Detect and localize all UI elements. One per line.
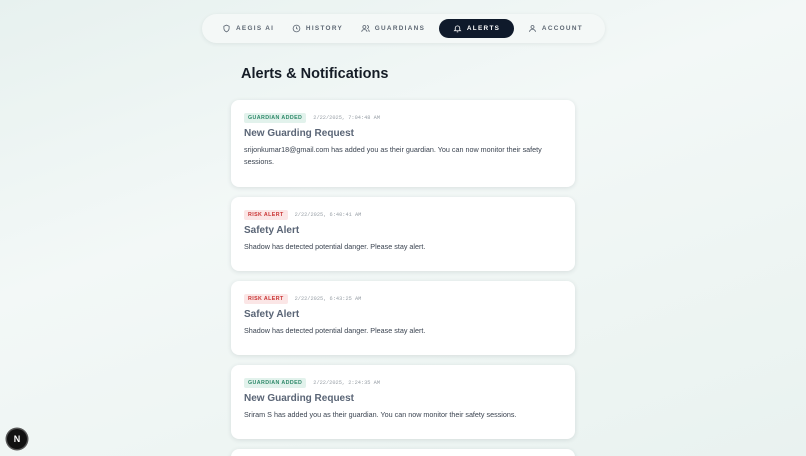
alert-timestamp: 2/22/2025, 6:43:25 AM	[294, 296, 362, 302]
nav-item-aegis-ai[interactable]: AEGIS AI	[218, 19, 278, 38]
user-icon	[528, 25, 536, 32]
alert-message: Sriram S has added you as their guardian…	[244, 410, 517, 419]
shield-icon	[223, 24, 230, 33]
dev-indicator-button[interactable]: N	[7, 429, 27, 449]
status-badge: RISK ALERT	[244, 210, 288, 220]
alert-message: Shadow has detected potential danger. Pl…	[244, 326, 426, 335]
nav-label: HISTORY	[305, 25, 344, 32]
alert-card[interactable]: GUARDIAN ADDED 2/22/2025, 2:24:35 AM New…	[231, 365, 575, 439]
status-badge: RISK ALERT	[244, 294, 288, 304]
status-badge: GUARDIAN ADDED	[244, 378, 307, 388]
nav-item-account[interactable]: ACCOUNT	[524, 19, 587, 38]
alert-title: New Guarding Request	[244, 128, 355, 139]
nav-label: GUARDIANS	[374, 25, 426, 32]
alert-title: New Guarding Request	[244, 393, 355, 404]
alert-title: Safety Alert	[244, 309, 300, 320]
alert-timestamp: 2/22/2025, 6:40:41 AM	[294, 212, 362, 218]
nav-item-alerts[interactable]: ALERTS	[438, 19, 515, 38]
dev-indicator-label: N	[13, 434, 21, 444]
alert-card[interactable]: GUARDIAN ADDED 2/22/2025, 7:04:48 AM New…	[231, 100, 575, 187]
nav-item-history[interactable]: HISTORY	[288, 19, 347, 38]
alert-title: Safety Alert	[244, 225, 300, 236]
nav-item-guardians[interactable]: GUARDIANS	[357, 19, 429, 38]
alert-message: srijonkumar18@gmail.com has added you as…	[244, 145, 542, 166]
alert-timestamp: 2/22/2025, 2:24:35 AM	[313, 380, 381, 386]
nav-label: ALERTS	[466, 25, 501, 32]
alert-card[interactable]: RISK ALERT 2/22/2025, 6:43:25 AM Safety …	[231, 281, 575, 355]
alert-card[interactable]: RISK ALERT 2/22/2025, 6:40:41 AM Safety …	[231, 197, 575, 271]
top-nav: AEGIS AI HISTORY GUARDIANS ALERTS ACCOUN…	[202, 14, 605, 43]
alert-timestamp: 2/22/2025, 7:04:48 AM	[313, 115, 381, 121]
nav-label: ACCOUNT	[541, 25, 583, 32]
alert-message: Shadow has detected potential danger. Pl…	[244, 242, 426, 251]
alert-card[interactable]	[231, 449, 575, 456]
page-title: Alerts & Notifications	[241, 66, 389, 82]
status-badge: GUARDIAN ADDED	[244, 113, 307, 123]
clock-icon	[292, 24, 301, 33]
nav-label: AEGIS AI	[236, 25, 275, 32]
users-icon	[361, 25, 370, 32]
bell-icon	[453, 25, 462, 33]
